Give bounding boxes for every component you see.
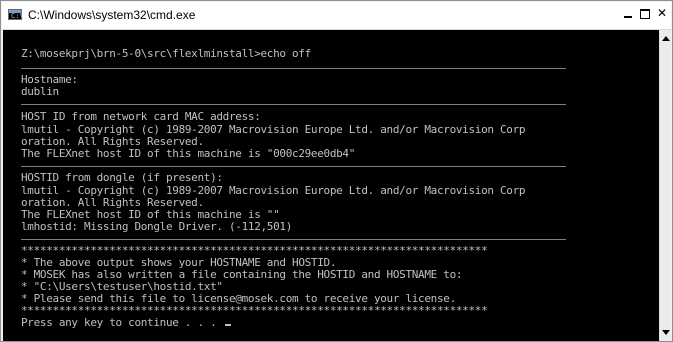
cmd-app-icon-glyph: C:\ bbox=[11, 12, 24, 20]
console-output[interactable]: Z:\mosekprj\brn-5-0\src\flexlminstall>ec… bbox=[3, 30, 661, 341]
title-bar[interactable]: C:\ C:\Windows\system32\cmd.exe ✕ bbox=[2, 2, 671, 30]
console-prompt-text: Press any key to continue . . . bbox=[21, 316, 223, 329]
console-line: HOST ID from network card MAC address: bbox=[21, 110, 261, 123]
minimize-icon[interactable] bbox=[621, 6, 637, 22]
window-title: C:\Windows\system32\cmd.exe bbox=[28, 8, 196, 22]
console-divider bbox=[21, 104, 566, 105]
console-line: lmhostid: Missing Dongle Driver. (-112,5… bbox=[21, 220, 293, 233]
scroll-down-arrow-icon[interactable] bbox=[662, 330, 670, 335]
console-window: C:\ C:\Windows\system32\cmd.exe ✕ Z:\mos… bbox=[0, 0, 673, 342]
console-prompt-line: Press any key to continue . . . bbox=[21, 317, 231, 329]
text-cursor bbox=[224, 324, 231, 326]
close-icon[interactable]: ✕ bbox=[654, 6, 670, 22]
cmd-app-icon[interactable]: C:\ bbox=[8, 9, 24, 20]
scroll-up-arrow-icon[interactable] bbox=[662, 36, 670, 41]
console-line: dublin bbox=[21, 85, 59, 98]
maximize-icon[interactable] bbox=[637, 6, 653, 22]
console-divider bbox=[21, 166, 566, 167]
vertical-scrollbar[interactable] bbox=[659, 30, 671, 341]
console-line: HOSTID from dongle (if present): bbox=[21, 171, 223, 184]
console-line: Z:\mosekprj\brn-5-0\src\flexlminstall>ec… bbox=[21, 47, 311, 60]
console-divider bbox=[21, 68, 566, 69]
console-line: The FLEXnet host ID of this machine is "… bbox=[21, 147, 356, 160]
console-divider bbox=[21, 239, 566, 240]
